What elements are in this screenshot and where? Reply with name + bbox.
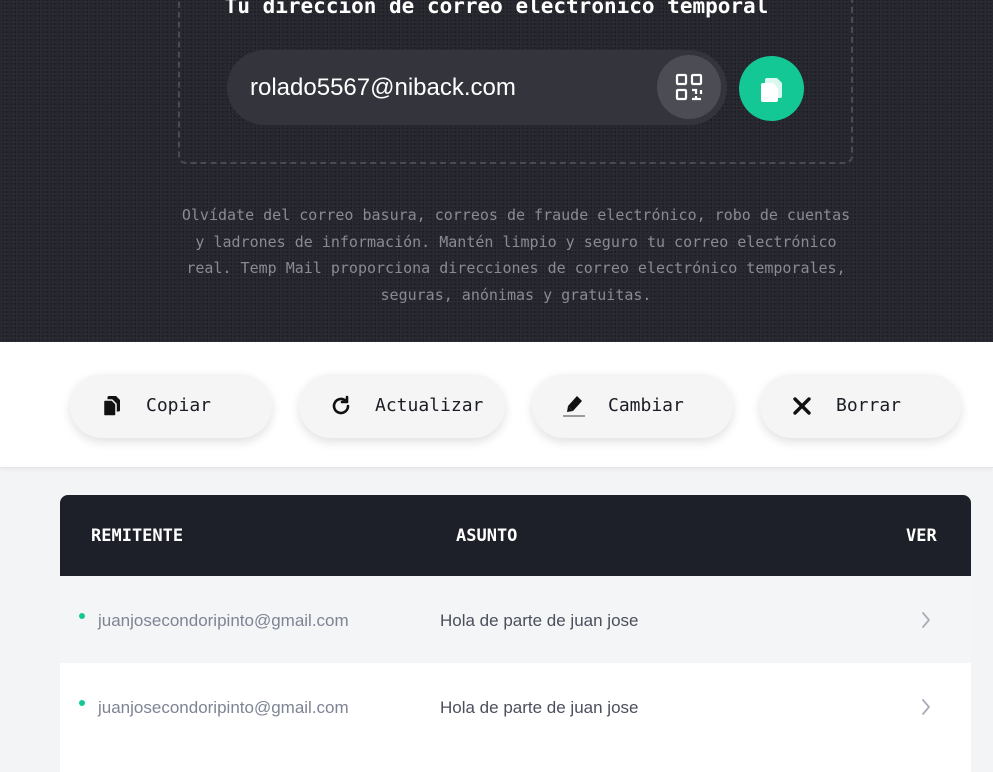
refresh-button-label: Actualizar <box>375 395 484 416</box>
column-header-sender: REMITENTE <box>91 526 184 546</box>
copy-button[interactable]: Copiar <box>70 374 272 438</box>
edit-icon <box>562 394 586 418</box>
email-address-field[interactable]: rolado5567@niback.com <box>227 50 727 125</box>
table-row[interactable]: juanjosecondoripinto@gmail.com Hola de p… <box>60 576 971 663</box>
table-header: REMITENTE ASUNTO VER <box>60 495 971 576</box>
change-button-label: Cambiar <box>608 395 684 416</box>
action-bar: Copiar Actualizar Cambiar Borrar <box>0 342 993 468</box>
unread-dot <box>79 700 85 706</box>
refresh-button[interactable]: Actualizar <box>299 374 505 438</box>
row-sender[interactable]: juanjosecondoripinto@gmail.com <box>98 611 349 631</box>
table-row[interactable]: juanjosecondoripinto@gmail.com Hola de p… <box>60 663 971 750</box>
row-subject[interactable]: Hola de parte de juan jose <box>440 611 638 631</box>
copy-icon <box>760 77 782 102</box>
column-header-view: VER <box>906 526 937 546</box>
chevron-right-icon[interactable] <box>918 697 934 717</box>
change-button[interactable]: Cambiar <box>532 374 733 438</box>
delete-button-label: Borrar <box>836 395 902 416</box>
copy-button-label: Copiar <box>146 395 212 416</box>
hero-section: Tu dirección de correo electrónico tempo… <box>0 0 993 342</box>
row-subject[interactable]: Hola de parte de juan jose <box>440 698 638 718</box>
inbox-table: REMITENTE ASUNTO VER juanjosecondoripint… <box>60 495 971 772</box>
email-address-text[interactable]: rolado5567@niback.com <box>250 74 516 102</box>
copy-email-button[interactable] <box>739 56 804 121</box>
hero-title: Tu dirección de correo electrónico tempo… <box>224 0 769 18</box>
refresh-icon <box>329 394 353 418</box>
chevron-right-icon[interactable] <box>918 610 934 630</box>
qr-code-icon <box>675 73 703 101</box>
delete-button[interactable]: Borrar <box>760 374 961 438</box>
column-header-subject: ASUNTO <box>456 526 518 546</box>
delete-icon <box>790 394 814 418</box>
copy-icon <box>100 394 124 418</box>
qr-code-button[interactable] <box>657 55 721 119</box>
row-sender[interactable]: juanjosecondoripinto@gmail.com <box>98 698 349 718</box>
unread-dot <box>79 613 85 619</box>
hero-description: Olvídate del correo basura, correos de f… <box>181 206 851 304</box>
